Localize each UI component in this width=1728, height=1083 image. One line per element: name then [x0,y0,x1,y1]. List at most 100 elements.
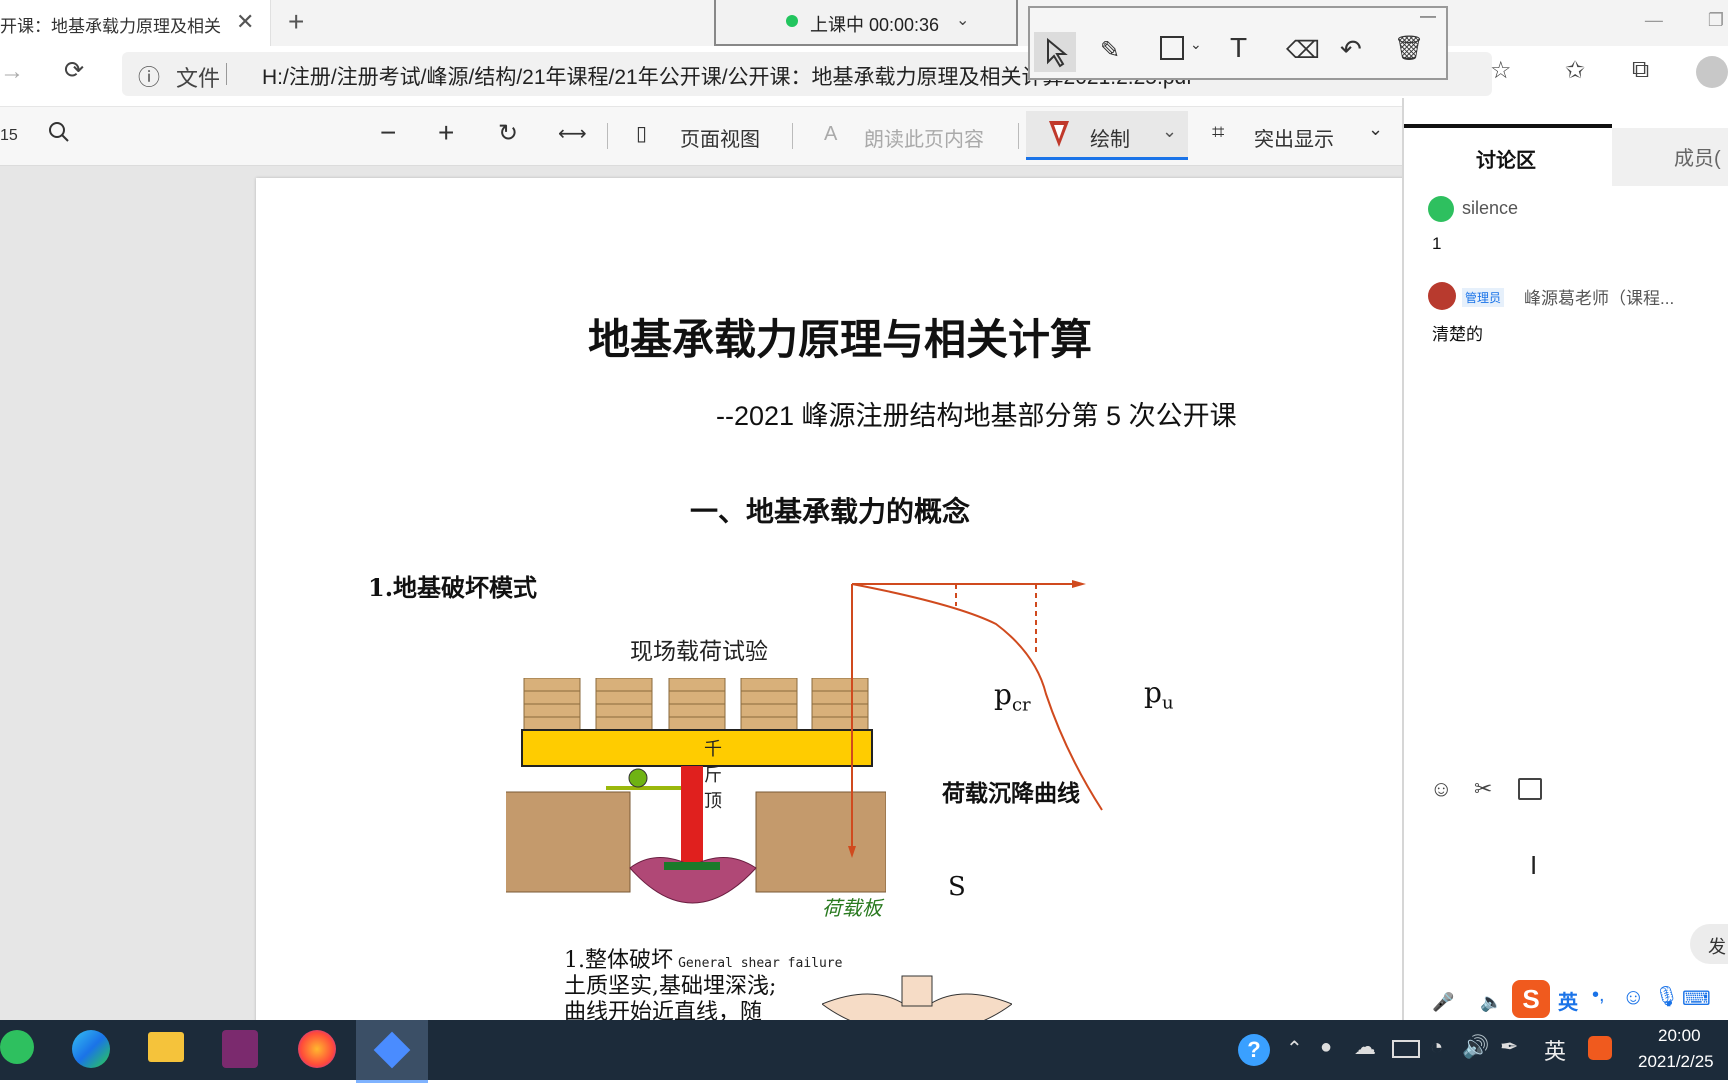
page-view-icon: ▯ [636,123,648,145]
pu-symbol: p [1144,676,1162,709]
toolbar-divider [792,123,793,149]
text-cursor-icon: I [1530,850,1538,880]
document-subtitle: --2021 峰源注册结构地基部分第 5 次公开课 [716,401,1237,431]
search-icon[interactable] [46,119,72,150]
speaker-icon[interactable]: 🔈 [1480,992,1502,1013]
avatar [1428,282,1456,310]
address-divider [226,63,227,85]
zoom-in-icon[interactable]: + [438,117,454,149]
jack-label: 千斤顶 [704,739,722,811]
tab-close-icon[interactable]: ✕ [236,9,254,35]
highlighter-icon: ⌗ [1212,119,1225,144]
info-icon[interactable]: ⓘ [138,60,160,92]
battery-icon[interactable] [1392,1040,1420,1058]
message-user: silence [1462,198,1519,218]
draw-button[interactable]: 绘制 ⌄ [1026,111,1188,160]
minimize-icon[interactable]: — [1420,8,1436,26]
clock-date[interactable]: 2021/2/25 [1638,1052,1714,1072]
text-tool-icon[interactable]: T [1230,32,1247,64]
chevron-up-icon[interactable]: ⌃ [1286,1036,1303,1061]
image-icon[interactable] [1518,778,1542,800]
undo-icon[interactable]: ↶ [1340,34,1362,65]
chevron-down-icon[interactable]: ⌄ [1190,36,1202,53]
browser-tab[interactable]: 开课：地基承载力原理及相关 ✕ [0,0,271,46]
refresh-icon[interactable]: ⟳ [64,56,84,85]
wechat-app-icon[interactable] [0,1030,34,1064]
favorites-icon[interactable]: ✩ [1565,56,1585,85]
collections-icon[interactable]: ⧉ [1632,56,1649,84]
emoji-icon[interactable]: ☺ [1430,776,1452,802]
document-title: 地基承载力原理与相关计算 [588,316,1093,363]
live-class-indicator[interactable]: 上课中 00:00:36 ⌄ [714,0,1018,46]
help-icon[interactable]: ? [1238,1034,1270,1066]
sogou-tray-icon[interactable] [1588,1036,1612,1060]
trash-icon[interactable]: 🗑 [1394,34,1424,63]
clock-time[interactable]: 20:00 [1658,1026,1701,1046]
draw-label: 绘制 [1090,129,1130,151]
soil-left [506,791,631,893]
pen-icon[interactable]: ✒ [1500,1034,1518,1060]
ime-toolbar[interactable]: S 英 •, ☺ 🎙 ⌨ [1512,978,1728,1020]
fit-width-icon[interactable]: ⟷ [558,121,587,146]
pencil-tool-icon[interactable]: ✎ [1100,36,1120,65]
classroom-app-icon [373,1031,411,1069]
pdf-toolbar: 15 − + ↻ ⟷ ▯ 页面视图 A 朗读此页内容 绘制 ⌄ ⌗ 突出显示 ⌄ [0,107,1410,166]
section-heading: 一、地基承载力的概念 [690,496,971,527]
microphone-icon[interactable]: 🎤 [1432,992,1454,1013]
reaction-beam [521,729,873,767]
edge-app-icon[interactable] [72,1030,110,1068]
shape-tool-icon[interactable] [1160,36,1184,60]
read-aloud-icon: A [824,123,838,145]
pu-label: pu [1144,676,1174,714]
chevron-down-icon[interactable]: ⌄ [1162,121,1177,142]
page-number[interactable]: 15 [0,127,18,145]
message-user: 峰源葛老师（课程... [1524,289,1675,308]
plate-label: 荷载板 [822,898,882,920]
profile-avatar-icon[interactable] [1696,56,1728,88]
toolbar-divider [607,123,608,149]
pdf-app-icon[interactable] [222,1030,258,1068]
minimize-icon[interactable]: — [1645,10,1663,30]
restore-icon[interactable]: ❐ [1708,10,1724,30]
message-input[interactable] [1414,818,1714,928]
live-timer-label: 上课中 00:00:36 [810,15,940,35]
pcr-subscript: cr [1011,694,1031,716]
cursor-tool-icon[interactable] [1034,32,1076,72]
cloud-icon[interactable]: ☁ [1354,1034,1376,1060]
message-text: 1 [1432,234,1442,253]
wechat-icon [1428,196,1454,222]
tab-members-label: 成员( [1674,148,1721,170]
pdf-viewer[interactable]: 地基承载力原理与相关计算 --2021 峰源注册结构地基部分第 5 次公开课 一… [0,166,1410,1020]
tab-discussion-label: 讨论区 [1476,150,1536,172]
back-icon[interactable]: → [0,58,24,86]
chevron-down-icon[interactable]: ⌄ [956,10,969,30]
file-explorer-icon[interactable] [148,1032,184,1062]
failure-line-2: 曲线开始近直线，随 [564,1000,763,1020]
scissors-icon[interactable]: ✂ [1474,776,1492,802]
wifi-icon[interactable]: ◔ [1430,1034,1443,1060]
new-tab-icon[interactable]: + [288,6,304,38]
message-text: 清楚的 [1432,325,1483,344]
rotate-icon[interactable]: ↻ [498,119,518,148]
annotation-toolbar: — ✎ ⌄ T ⌫ ↶ 🗑 [1028,6,1448,80]
page-view-button[interactable]: 页面视图 [680,123,760,152]
tab-discussion[interactable]: 讨论区 [1404,124,1612,186]
keyboard-icon: ⌨ [1682,988,1711,1010]
add-favorite-icon[interactable]: ☆ [1490,56,1512,85]
tab-members[interactable]: 成员( [1612,128,1728,186]
read-aloud-button[interactable]: 朗读此页内容 [864,123,984,152]
volume-icon[interactable]: 🔊 [1462,1034,1489,1060]
firefox-app-icon[interactable] [298,1030,336,1068]
pcr-label: pcr [994,678,1031,716]
highlight-button[interactable]: 突出显示 [1254,123,1334,152]
zoom-out-icon[interactable]: − [380,117,396,149]
send-button[interactable]: 发 [1690,924,1728,964]
dial-gauge [628,768,648,788]
pdf-page: 地基承载力原理与相关计算 --2021 峰源注册结构地基部分第 5 次公开课 一… [256,178,1410,1020]
classroom-app-button[interactable] [356,1020,428,1083]
qq-icon[interactable]: ● [1320,1036,1332,1059]
eraser-tool-icon[interactable]: ⌫ [1286,36,1320,65]
settlement-axis-label: S [948,872,966,902]
chevron-down-icon[interactable]: ⌄ [1368,119,1383,140]
ime-indicator[interactable]: 英 [1544,1034,1566,1066]
